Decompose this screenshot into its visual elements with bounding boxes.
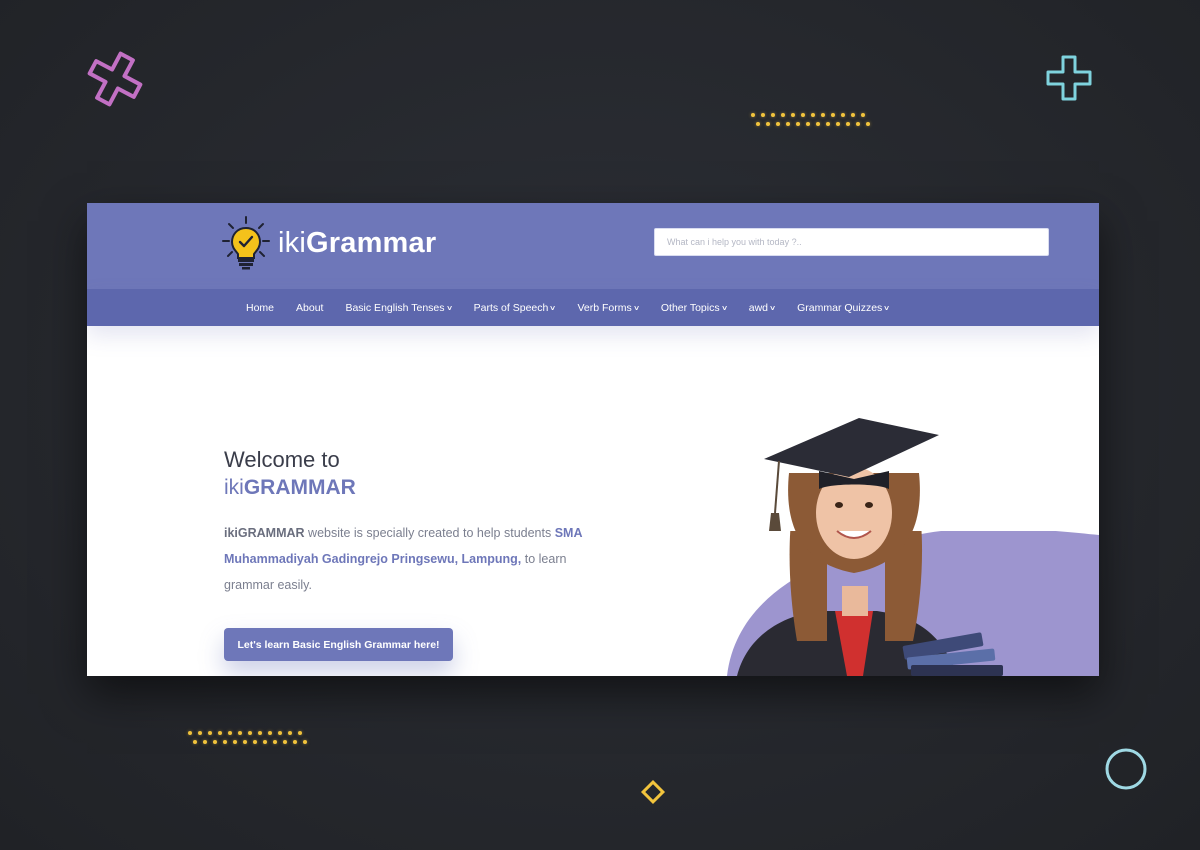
graduate-head-image [764,418,939,573]
brand-name: ikiGrammar [278,226,437,259]
cyan-cross-decoration [1046,55,1092,101]
nav-item-label: About [296,301,324,314]
circle-decoration [1105,748,1147,790]
welcome-heading: Welcome to [224,447,340,472]
nav-item-about[interactable]: About [296,302,323,314]
chevron-down-icon: ∨ [768,304,777,312]
nav-item-grammar-quizzes[interactable]: Grammar Quizzes ∨ [797,301,891,314]
main-navigation: Home About Basic English Tenses ∨ Parts of S… [87,289,1099,326]
nav-item-label: Basic English Tenses [345,301,445,314]
nav-item-label: Other Topics [660,301,720,314]
nav-item-home[interactable]: Home [246,302,274,314]
nav-item-awd[interactable]: awd ∨ [748,301,777,314]
chevron-down-icon: ∨ [632,304,640,312]
nav-item-label: awd [748,301,768,314]
dot-grid-decoration-bottom [188,731,307,744]
chevron-down-icon: ∨ [883,304,891,312]
hero-description: ikiGRAMMAR website is specially created … [224,526,583,592]
website-preview: ikiGrammar What can i help you with toda… [87,203,1099,676]
nav-item-basic-english-tenses[interactable]: Basic English Tenses ∨ [345,301,453,314]
hero-brand-heading: ikiGRAMMAR [224,476,356,499]
chevron-down-icon: ∨ [549,304,557,312]
nav-item-label: Verb Forms [577,301,632,314]
nav-item-other-topics[interactable]: Other Topics ∨ [660,301,728,314]
lightbulb-icon [222,216,270,270]
chevron-down-icon: ∨ [445,304,453,312]
search-input[interactable]: What can i help you with today ?.. [654,228,1049,256]
nav-item-verb-forms[interactable]: Verb Forms ∨ [577,301,640,314]
diamond-decoration [640,779,666,805]
dot-grid-decoration-top [751,113,870,126]
nav-item-label: Parts of Speech [473,301,549,314]
nav-item-label: Grammar Quizzes [797,301,883,314]
pink-cross-decoration [87,51,143,107]
chevron-down-icon: ∨ [720,304,728,312]
nav-item-label: Home [246,301,275,314]
site-header: ikiGrammar What can i help you with toda… [87,203,1099,289]
site-logo[interactable]: ikiGrammar [220,215,436,271]
nav-item-parts-of-speech[interactable]: Parts of Speech ∨ [473,301,557,314]
learn-grammar-button[interactable]: Let's learn Basic English Grammar here! [224,628,453,661]
